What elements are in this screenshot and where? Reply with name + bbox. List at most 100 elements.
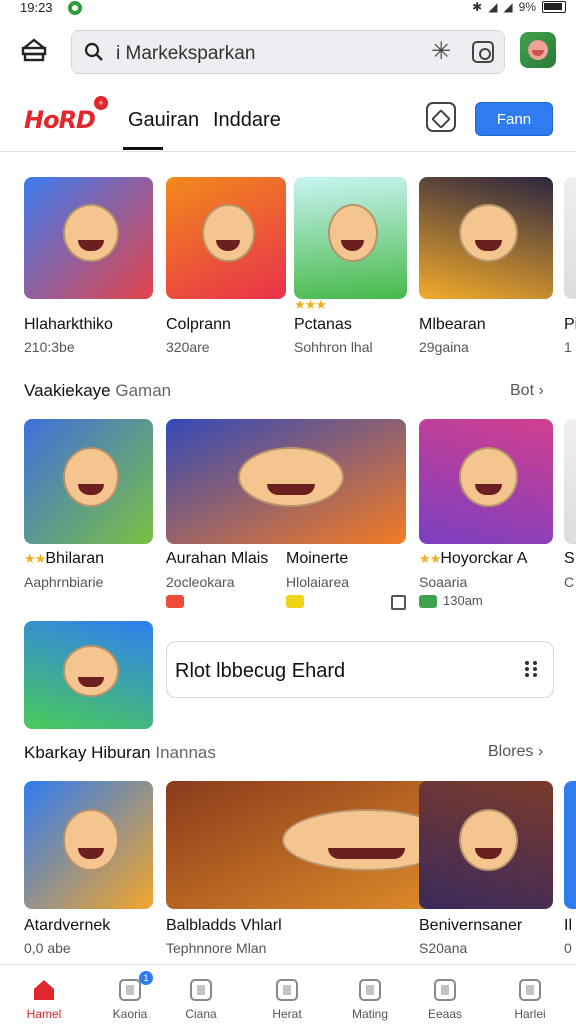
- store-icon[interactable]: [20, 36, 48, 64]
- promo-text: Rlot lbbecug Ehard: [175, 660, 346, 682]
- character-art: [327, 203, 378, 263]
- character-art: [459, 446, 519, 507]
- app-title: Pi: [564, 316, 576, 334]
- search-query: i Markeksparkan: [116, 43, 256, 64]
- rating-stars-icon: ★★★: [294, 297, 327, 312]
- primary-button[interactable]: Fann: [475, 102, 553, 136]
- bottom-nav-label: Harlei: [514, 1007, 546, 1021]
- app-title: Balbladds Vhlarl: [166, 917, 282, 935]
- app-title-text: Mlbearan: [419, 316, 486, 333]
- character-art: [202, 203, 255, 263]
- signal-icon: ◢: [503, 0, 513, 14]
- app-subtitle: S20ana: [419, 940, 468, 956]
- app-thumbnail[interactable]: [419, 781, 553, 909]
- promo-bar[interactable]: Rlot lbbecug Ehard: [166, 641, 554, 698]
- notification-icon: [68, 1, 82, 15]
- character-art: [238, 446, 344, 507]
- app-title: Il: [564, 917, 572, 935]
- offer-badge-icon: [419, 595, 437, 608]
- bottom-nav-item[interactable]: Herat: [257, 975, 317, 1023]
- app-subtitle: 0,0 abe: [24, 940, 71, 956]
- offer-badge-icon: [286, 595, 304, 608]
- app-subtitle: C: [564, 574, 575, 590]
- bottom-nav-item[interactable]: Eeaas: [415, 975, 475, 1023]
- filter-icon[interactable]: [426, 102, 456, 132]
- promo-thumbnail[interactable]: [24, 621, 153, 729]
- section-title-muted: Gaman: [115, 381, 172, 400]
- app-title-text: Benivernsaner: [419, 917, 523, 934]
- app-title-text: S: [564, 550, 575, 567]
- search-input[interactable]: i Markeksparkan ✳: [71, 30, 505, 74]
- section-title-main: Vaakiekaye: [24, 381, 111, 400]
- app-title: ★★★ Pctanas: [294, 297, 352, 334]
- offer-badge-text: 130am: [443, 593, 483, 608]
- tab-gauiran[interactable]: Gauiran: [122, 109, 199, 150]
- app-thumbnail[interactable]: [419, 177, 553, 299]
- app-title-text: Il: [564, 917, 572, 934]
- app-subtitle: 2ocleokara: [166, 574, 235, 590]
- grid-dots-icon[interactable]: [525, 661, 541, 677]
- search-icon: [84, 42, 103, 61]
- app-title: Moinerte: [286, 550, 348, 568]
- status-time: 19:23: [20, 0, 53, 15]
- app-subtitle: 320are: [166, 339, 210, 355]
- profile-icon: [517, 977, 543, 1003]
- app-title-text: Colprann: [166, 316, 231, 333]
- app-title-text: Pi: [564, 316, 576, 333]
- section-title-muted: Inannas: [155, 743, 216, 762]
- bottom-nav-item[interactable]: 1 Kaoria: [100, 971, 160, 1023]
- app-thumbnail[interactable]: [564, 419, 576, 544]
- chevron-right-icon: ›: [537, 743, 544, 760]
- section-link-2[interactable]: Blores ›: [488, 743, 543, 761]
- app-thumbnail[interactable]: [24, 177, 153, 299]
- app-subtitle: 1: [564, 339, 572, 355]
- app-thumbnail[interactable]: [166, 177, 286, 299]
- status-bar: 19:23 ✱ ◢ ◢ 9%: [0, 0, 576, 18]
- section-title-main: Kbarkay Hiburan: [24, 743, 151, 762]
- app-thumbnail[interactable]: [24, 419, 153, 544]
- character-art: [62, 446, 120, 507]
- bottom-nav-item[interactable]: Harlei: [500, 975, 560, 1023]
- brand-badge: +: [94, 96, 108, 110]
- status-icons: ✱ ◢ ◢ 9%: [472, 0, 566, 14]
- bottom-nav-item[interactable]: Hamel: [14, 975, 74, 1023]
- app-title-text: Atardvernek: [24, 917, 111, 934]
- app-thumbnail[interactable]: [564, 177, 576, 299]
- app-thumbnail[interactable]: [564, 781, 576, 909]
- section-link-1[interactable]: Bot ›: [510, 382, 544, 400]
- app-thumbnail[interactable]: [294, 177, 407, 299]
- bottom-nav-item[interactable]: Mating: [340, 975, 400, 1023]
- avatar[interactable]: [520, 32, 556, 68]
- app-title: Mlbearan: [419, 316, 486, 334]
- app-title-text: Aurahan Mlais: [166, 550, 269, 567]
- section-link-label: Bot: [510, 382, 535, 399]
- home-icon: [31, 977, 57, 1003]
- character-art: [62, 809, 120, 871]
- app-title: Benivernsaner: [419, 917, 522, 935]
- app-thumbnail[interactable]: [419, 419, 553, 544]
- battery-text: 9%: [518, 0, 536, 14]
- app-title: Colprann: [166, 316, 231, 334]
- bottom-nav-item[interactable]: Ciana: [171, 975, 231, 1023]
- search-header: i Markeksparkan ✳: [0, 28, 576, 78]
- camera-search-icon[interactable]: [472, 41, 494, 63]
- app-thumbnail[interactable]: [166, 419, 406, 544]
- tab-inddare[interactable]: Inddare: [213, 109, 281, 132]
- nav-row: HoRD + Gauiran Inddare Fann: [0, 92, 576, 152]
- rating-stars-icon: ★★: [24, 551, 46, 566]
- app-title-text: Hlaharkthiko: [24, 316, 113, 333]
- character-mouth: [328, 847, 406, 860]
- app-subtitle: 29gaina: [419, 339, 469, 355]
- bottom-nav-label: Eeaas: [427, 1007, 463, 1021]
- kids-icon: [432, 977, 458, 1003]
- app-title: Atardvernek: [24, 917, 110, 935]
- sparkle-icon[interactable]: ✳: [428, 39, 454, 65]
- select-checkbox[interactable]: [391, 595, 406, 610]
- section-link-label: Blores: [488, 743, 534, 760]
- app-title: S: [564, 550, 575, 568]
- apps-icon: [188, 977, 214, 1003]
- movies-icon: [357, 977, 383, 1003]
- app-subtitle: Hlolaiarea: [286, 574, 350, 590]
- app-title: ★★Bhilaran: [24, 550, 104, 568]
- app-thumbnail[interactable]: [24, 781, 153, 909]
